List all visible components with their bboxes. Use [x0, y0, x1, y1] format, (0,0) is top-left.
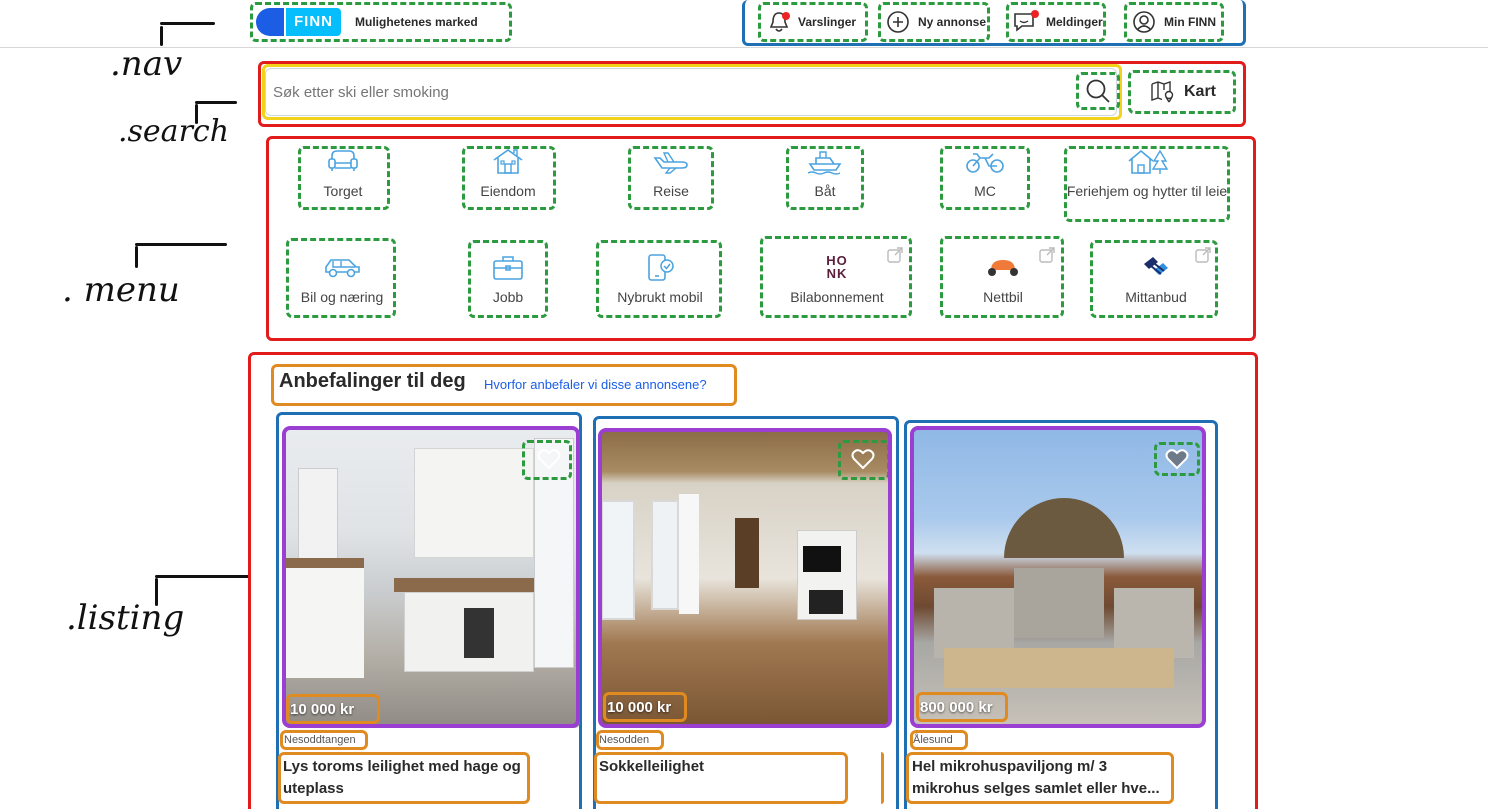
annotation-search-button-box: [1076, 72, 1120, 110]
menu-item-nettbil[interactable]: Nettbil: [940, 236, 1064, 318]
search-input[interactable]: [266, 69, 1056, 115]
menu-item-reise[interactable]: Reise: [628, 146, 714, 210]
nav-varslinger[interactable]: Varslinger: [758, 2, 868, 42]
annotation-location-box: [596, 730, 664, 750]
annotation-menu-item-box: [940, 146, 1030, 210]
finn-logo-mark: [256, 8, 284, 36]
annotation-menu-item-box: [462, 146, 556, 210]
menu-item-bil[interactable]: Bil og næring: [286, 238, 396, 318]
annotation-image-box: [910, 426, 1206, 728]
nav-divider: [0, 47, 1488, 48]
annotation-menu-label: . menu: [62, 270, 180, 310]
annotation-menu-item-box: [596, 240, 722, 318]
search-field[interactable]: [265, 68, 1117, 116]
annotation-menu-item-box: [1090, 240, 1218, 318]
annotation-stroke: [135, 246, 138, 268]
nav-meldinger[interactable]: Meldinger: [1006, 2, 1106, 42]
annotation-nav-item-box: [758, 2, 868, 42]
annotation-menu-item-box: [760, 236, 912, 318]
why-recommended-link[interactable]: Hvorfor anbefaler vi disse annonsene?: [484, 377, 707, 392]
menu-item-nybrukt-mobil[interactable]: Nybrukt mobil: [596, 240, 722, 318]
menu-item-bilabonnement[interactable]: HONK Bilabonnement: [760, 236, 912, 318]
annotation-stroke: [160, 26, 163, 46]
menu-item-torget[interactable]: Torget: [298, 146, 390, 210]
annotation-nav-label: .nav: [110, 44, 183, 84]
menu-item-baat[interactable]: Båt: [786, 146, 864, 210]
recommendations-title: Anbefalinger til deg: [279, 370, 466, 392]
annotation-location-box: [280, 730, 368, 750]
map-button[interactable]: Kart: [1128, 70, 1236, 114]
annotation-nav-item-box: [1006, 2, 1106, 42]
menu-item-mittanbud[interactable]: Mittanbud: [1090, 240, 1218, 318]
annotation-stroke: [155, 575, 250, 578]
nav-ny-annonse[interactable]: Ny annonse: [878, 2, 990, 42]
annotation-location-box: [910, 730, 968, 750]
annotation-menu-item-box: [298, 146, 390, 210]
finn-logo[interactable]: FINN Mulighetenes marked: [256, 4, 478, 40]
annotation-title-box: [906, 752, 1174, 804]
annotation-stroke: [160, 22, 215, 25]
annotation-menu-item-box: [786, 146, 864, 210]
annotation-image-box: [282, 426, 580, 728]
annotation-search-label: .search: [118, 114, 230, 149]
annotation-stroke: [878, 752, 884, 804]
finn-logo-word: FINN: [286, 8, 341, 36]
annotation-stroke: [195, 101, 237, 104]
annotation-menu-item-box: [628, 146, 714, 210]
annotation-nav-item-box: [1124, 2, 1224, 42]
annotation-title-box: [278, 752, 530, 804]
menu-item-mc[interactable]: MC: [940, 146, 1030, 210]
menu-item-feriehjem[interactable]: Feriehjem og hytter til leie: [1064, 146, 1230, 222]
menu-item-jobb[interactable]: Jobb: [468, 240, 548, 318]
annotation-nav-item-box: [878, 2, 990, 42]
annotation-menu-item-box: [940, 236, 1064, 318]
search-button[interactable]: [1076, 72, 1120, 110]
annotation-stroke: [135, 243, 227, 246]
annotation-menu-item-box: [1064, 146, 1230, 222]
annotation-image-box: [598, 428, 892, 728]
annotation-menu-item-box: [286, 238, 396, 318]
nav-min-finn[interactable]: Min FINN: [1124, 2, 1224, 42]
tagline: Mulighetenes marked: [355, 15, 478, 29]
annotation-menu-item-box: [468, 240, 548, 318]
annotation-map-button-box: [1128, 70, 1236, 114]
menu-item-eiendom[interactable]: Eiendom: [462, 146, 556, 210]
annotation-listing-label: .listing: [66, 598, 185, 638]
annotation-title-box: [594, 752, 848, 804]
